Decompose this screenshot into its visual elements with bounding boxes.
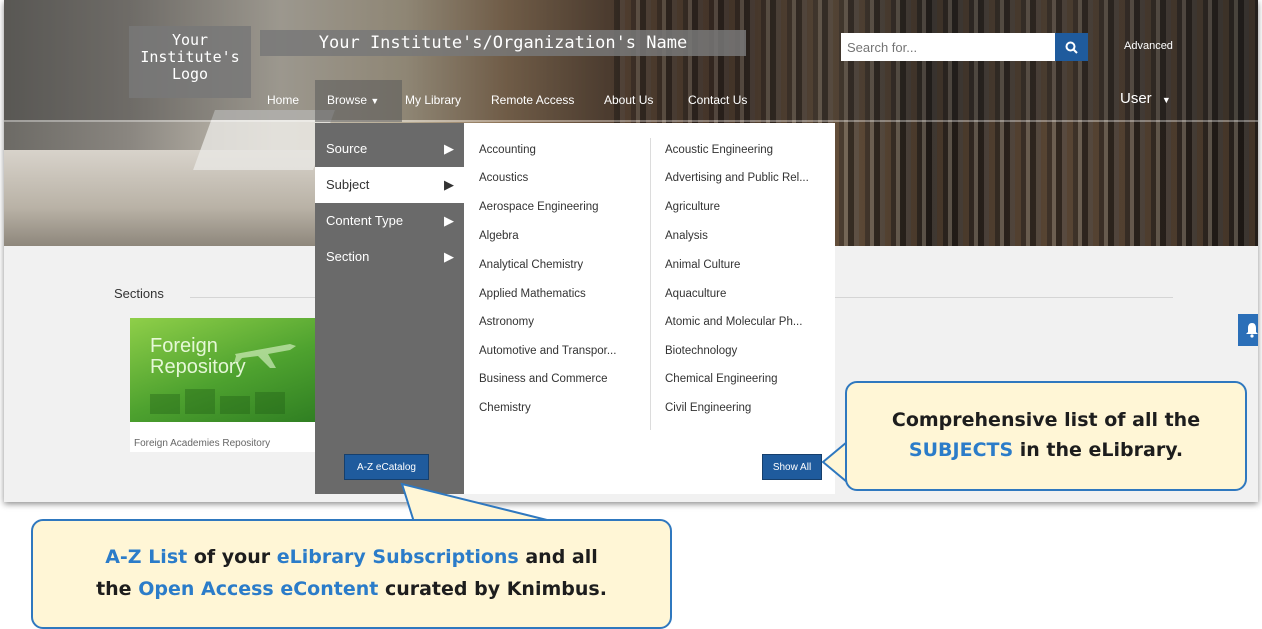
subject-link[interactable]: Chemistry <box>479 402 531 414</box>
callout-text: of your <box>187 546 277 568</box>
sections-heading: Sections <box>114 286 164 301</box>
nav-home[interactable]: Home <box>267 93 299 107</box>
bell-icon <box>1246 323 1258 338</box>
subject-link[interactable]: Acoustics <box>479 172 528 184</box>
menu-item-content-type[interactable]: Content Type ▶ <box>315 203 464 239</box>
search-icon <box>1065 41 1078 54</box>
caret-down-icon: ▼ <box>1161 95 1171 105</box>
subject-link[interactable]: Agriculture <box>665 201 720 213</box>
menu-item-section[interactable]: Section ▶ <box>315 239 464 275</box>
subject-link[interactable]: Automotive and Transpor... <box>479 345 616 357</box>
callout-highlight: eLibrary Subscriptions <box>276 546 519 568</box>
subject-link[interactable]: Biotechnology <box>665 345 737 357</box>
show-all-button[interactable]: Show All <box>762 454 822 480</box>
menu-item-label: Subject <box>326 177 370 192</box>
logo-line: Institute's <box>140 48 240 66</box>
subject-link[interactable]: Accounting <box>479 144 536 156</box>
callout-text: curated by Knimbus. <box>378 578 607 600</box>
nav-remote-access[interactable]: Remote Access <box>491 93 574 107</box>
subject-link[interactable]: Business and Commerce <box>479 373 607 385</box>
chevron-right-icon: ▶ <box>444 249 454 264</box>
subject-link[interactable]: Applied Mathematics <box>479 288 586 300</box>
section-card-caption[interactable]: Foreign Academies Repository <box>134 438 270 449</box>
chevron-right-icon: ▶ <box>444 141 454 156</box>
logo-line: Logo <box>171 65 209 83</box>
logo-line: Your <box>171 31 209 49</box>
nav-browse-label: Browse <box>327 93 368 107</box>
nav-about-us[interactable]: About Us <box>604 93 653 107</box>
menu-item-label: Content Type <box>326 213 404 228</box>
notification-button[interactable] <box>1238 314 1258 346</box>
az-list-callout: A-Z List of your eLibrary Subscriptions … <box>31 519 672 629</box>
callout-text: in the eLibrary. <box>1013 439 1184 461</box>
subject-link[interactable]: Advertising and Public Rel... <box>665 172 809 184</box>
nav-my-library[interactable]: My Library <box>405 93 461 107</box>
callout-text: and all <box>518 546 598 568</box>
browse-category-menu: Source ▶ Subject ▶ Content Type ▶ Sectio… <box>315 123 464 494</box>
user-label: User <box>1120 90 1152 107</box>
callout-text-line: A-Z List of your eLibrary Subscriptions … <box>33 541 670 573</box>
callout-highlight: A-Z List <box>105 546 188 568</box>
caret-down-icon: ▼ <box>370 96 380 106</box>
subject-column-divider <box>650 138 651 430</box>
user-menu[interactable]: User ▼ <box>1120 90 1171 107</box>
callout-text: Comprehensive list of all the <box>891 409 1201 431</box>
subject-link[interactable]: Analytical Chemistry <box>479 259 583 271</box>
organization-name: Your Institute's/Organization's Name <box>260 30 746 56</box>
menu-item-label: Section <box>326 249 370 264</box>
subject-link[interactable]: Civil Engineering <box>665 402 751 414</box>
advanced-search-link[interactable]: Advanced <box>1124 40 1173 52</box>
callout-text-line: SUBJECTS in the eLibrary. <box>847 435 1245 465</box>
menu-item-source[interactable]: Source ▶ <box>315 131 464 167</box>
subject-link[interactable]: Animal Culture <box>665 259 740 271</box>
institute-logo[interactable]: Your Institute's Logo <box>129 26 251 98</box>
subject-link[interactable]: Algebra <box>479 230 519 242</box>
hero-divider <box>4 120 1258 122</box>
nav-contact-us[interactable]: Contact Us <box>688 93 747 107</box>
subject-link[interactable]: Acoustic Engineering <box>665 144 773 156</box>
subject-link[interactable]: Atomic and Molecular Ph... <box>665 316 802 328</box>
search-input[interactable] <box>841 33 1055 61</box>
nav-browse[interactable]: Browse ▼ <box>327 93 379 107</box>
chevron-right-icon: ▶ <box>444 213 454 228</box>
subject-link[interactable]: Aquaculture <box>665 288 726 300</box>
subject-link[interactable]: Astronomy <box>479 316 534 328</box>
chevron-right-icon: ▶ <box>444 177 454 192</box>
callout-text-line: the Open Access eContent curated by Knim… <box>33 573 670 605</box>
subject-link[interactable]: Chemical Engineering <box>665 373 778 385</box>
subject-link[interactable]: Analysis <box>665 230 708 242</box>
callout-highlight: Open Access eContent <box>138 578 379 600</box>
subject-link[interactable]: Aerospace Engineering <box>479 201 599 213</box>
section-card-image[interactable]: Foreign Repository <box>130 318 320 422</box>
callout-highlight: SUBJECTS <box>908 439 1014 461</box>
menu-item-subject[interactable]: Subject ▶ <box>315 167 464 203</box>
search-button[interactable] <box>1055 33 1088 61</box>
menu-item-label: Source <box>326 141 368 156</box>
containers-icon <box>150 389 285 414</box>
az-ecatalog-button[interactable]: A-Z eCatalog <box>344 454 429 480</box>
callout-text: the <box>96 578 139 600</box>
subjects-callout: Comprehensive list of all the SUBJECTS i… <box>845 381 1247 491</box>
airplane-icon <box>234 344 296 368</box>
